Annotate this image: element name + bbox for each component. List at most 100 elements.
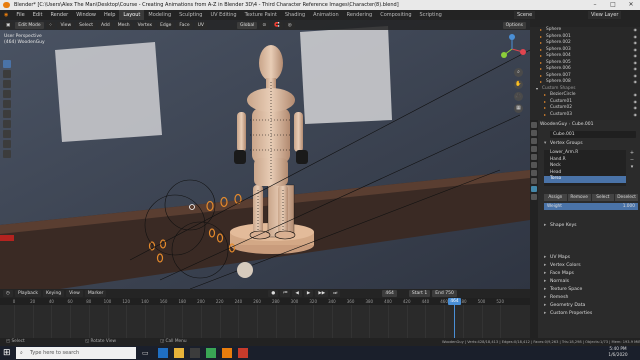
move-tool-icon[interactable] — [3, 80, 11, 88]
workspace-tab-sculpting[interactable]: Sculpting — [175, 10, 206, 20]
jump-end-icon[interactable]: ⏭ — [330, 290, 341, 297]
zoom-icon[interactable]: ⌕ — [514, 68, 523, 77]
add-group-icon[interactable]: + — [628, 150, 636, 157]
select-box-tool-icon[interactable] — [3, 60, 11, 68]
menu-face[interactable]: Face — [176, 21, 193, 29]
mesh-data-tab-icon[interactable] — [531, 186, 537, 192]
output-tab-icon[interactable] — [531, 138, 537, 144]
playhead-frame-badge[interactable]: 464 — [448, 298, 461, 305]
scene-selector[interactable]: Scene — [514, 11, 536, 19]
timeline-editor[interactable]: ◷ Playback Keying View Marker ● ⏮ ◀ ▶ ▶▶… — [0, 289, 530, 338]
vertex-groups-list[interactable]: Lower_Arm.R Hand.R Neck Head Torso — [544, 150, 626, 186]
menu-playback[interactable]: Playback — [14, 290, 42, 297]
menu-select[interactable]: Select — [76, 21, 97, 29]
close-icon[interactable]: ✕ — [622, 0, 640, 10]
navigation-gizmo[interactable] — [497, 34, 527, 64]
menu-marker[interactable]: Marker — [84, 290, 107, 297]
play-icon[interactable]: ▶ — [303, 290, 314, 297]
editor-type-icon[interactable]: ▣ — [3, 21, 14, 29]
tool-tab-icon[interactable] — [531, 122, 537, 128]
recorder-app-icon[interactable] — [238, 348, 248, 358]
select-button[interactable]: Select — [591, 194, 615, 201]
store-app-icon[interactable] — [190, 348, 200, 358]
workspace-tab-uv-editing[interactable]: UV Editing — [206, 10, 240, 20]
blender-taskbar-icon[interactable] — [222, 348, 232, 358]
rotate-tool-icon[interactable] — [3, 90, 11, 98]
transform-tool-icon[interactable] — [3, 110, 11, 118]
face-maps-header[interactable]: Face Maps — [538, 270, 638, 278]
timeline-editor-icon[interactable]: ◷ — [3, 290, 13, 297]
inset-tool-icon[interactable] — [3, 150, 11, 158]
menu-file[interactable]: File — [12, 10, 28, 20]
outliner-row[interactable]: ▸ Custom03 ◉ — [530, 112, 640, 119]
timeline-tracks[interactable] — [0, 305, 530, 338]
vertex-select-icon[interactable]: ⁘ — [45, 21, 56, 29]
perspective-toggle-icon[interactable]: ▦ — [514, 104, 523, 113]
texture-space-header[interactable]: Texture Space — [538, 286, 638, 294]
menu-help[interactable]: Help — [100, 10, 119, 20]
windows-start-icon[interactable]: ⊞ — [3, 348, 13, 358]
transform-orientation[interactable]: Global — [236, 21, 258, 29]
measure-tool-icon[interactable] — [3, 130, 11, 138]
shape-keys-header[interactable]: Shape Keys — [538, 222, 638, 230]
menu-window[interactable]: Window — [72, 10, 100, 20]
workspace-tab-rendering[interactable]: Rendering — [343, 10, 377, 20]
vertex-group-item-active[interactable]: Torso — [544, 176, 626, 183]
task-view-icon[interactable]: ▭ — [142, 349, 151, 357]
proportional-edit-icon[interactable]: ◎ — [284, 21, 295, 29]
workspace-tab-shading[interactable]: Shading — [281, 10, 309, 20]
spreadsheet-app-icon[interactable] — [206, 348, 216, 358]
render-tab-icon[interactable] — [531, 130, 537, 136]
extrude-tool-icon[interactable] — [3, 140, 11, 148]
mesh-name-field[interactable]: Cube.001 — [550, 131, 636, 138]
remesh-header[interactable]: Remesh — [538, 294, 638, 302]
deselect-button[interactable]: Deselect — [615, 194, 638, 201]
next-key-icon[interactable]: ▶▶ — [315, 290, 329, 297]
edge-app-icon[interactable] — [158, 348, 168, 358]
snap-icon[interactable]: 🧲 — [271, 21, 283, 29]
menu-mesh[interactable]: Mesh — [114, 21, 133, 29]
workspace-tab-scripting[interactable]: Scripting — [416, 10, 446, 20]
menu-render[interactable]: Render — [46, 10, 72, 20]
blender-menu-icon[interactable]: ◉ — [0, 10, 12, 20]
workspace-tab-modeling[interactable]: Modeling — [144, 10, 175, 20]
prev-key-icon[interactable]: ◀ — [292, 290, 302, 297]
jump-start-icon[interactable]: ⏮ — [280, 290, 291, 297]
menu-add[interactable]: Add — [98, 21, 113, 29]
options-button[interactable]: Options — [502, 21, 526, 29]
maximize-icon[interactable]: □ — [604, 0, 622, 10]
menu-keying[interactable]: Keying — [43, 290, 65, 297]
workspace-tab-compositing[interactable]: Compositing — [376, 10, 415, 20]
modifier-tab-icon[interactable] — [531, 170, 537, 176]
menu-edge[interactable]: Edge — [157, 21, 175, 29]
clock[interactable]: 5:40 PM 1/6/2020 — [600, 347, 636, 359]
taskbar-search-box[interactable]: ⌕ Type here to search — [16, 347, 136, 359]
scene-tab-icon[interactable] — [531, 146, 537, 152]
workspace-tab-layout[interactable]: Layout — [119, 10, 145, 20]
workspace-tab-texture-paint[interactable]: Texture Paint — [241, 10, 281, 20]
world-tab-icon[interactable] — [531, 154, 537, 160]
viewport-scene[interactable] — [0, 20, 530, 289]
assign-button[interactable]: Assign — [544, 194, 567, 201]
visibility-eye-icon[interactable]: ◉ — [634, 112, 638, 119]
workspace-tab-animation[interactable]: Animation — [309, 10, 343, 20]
weight-slider[interactable]: Weight 1.000 — [544, 203, 638, 210]
minimize-icon[interactable]: – — [586, 0, 604, 10]
pivot-icon[interactable]: ⊙ — [259, 21, 270, 29]
normals-header[interactable]: Normals — [538, 278, 638, 286]
camera-view-icon[interactable]: 🎥 — [514, 92, 523, 101]
custom-properties-header[interactable]: Custom Properties — [538, 310, 638, 318]
pan-hand-icon[interactable]: ✋ — [514, 80, 523, 89]
remove-group-icon[interactable]: − — [628, 157, 636, 164]
geometry-data-header[interactable]: Geometry Data — [538, 302, 638, 310]
current-frame-field[interactable]: 464 — [382, 290, 397, 297]
group-specials-icon[interactable]: ▾ — [628, 164, 636, 171]
uv-maps-header[interactable]: UV Maps — [538, 254, 638, 262]
outliner-panel[interactable]: ▸ Sphere ◉ ▸ Sphere.001 ◉ ▸ Sphere.002 ◉ ▸ Sphe… — [530, 20, 640, 120]
menu-view[interactable]: View — [57, 21, 75, 29]
menu-uv[interactable]: UV — [194, 21, 207, 29]
file-explorer-icon[interactable] — [174, 348, 184, 358]
material-tab-icon[interactable] — [531, 194, 537, 200]
start-frame-field[interactable]: Start 1 — [408, 290, 431, 297]
view-layer-selector[interactable]: View Layer — [588, 11, 622, 19]
